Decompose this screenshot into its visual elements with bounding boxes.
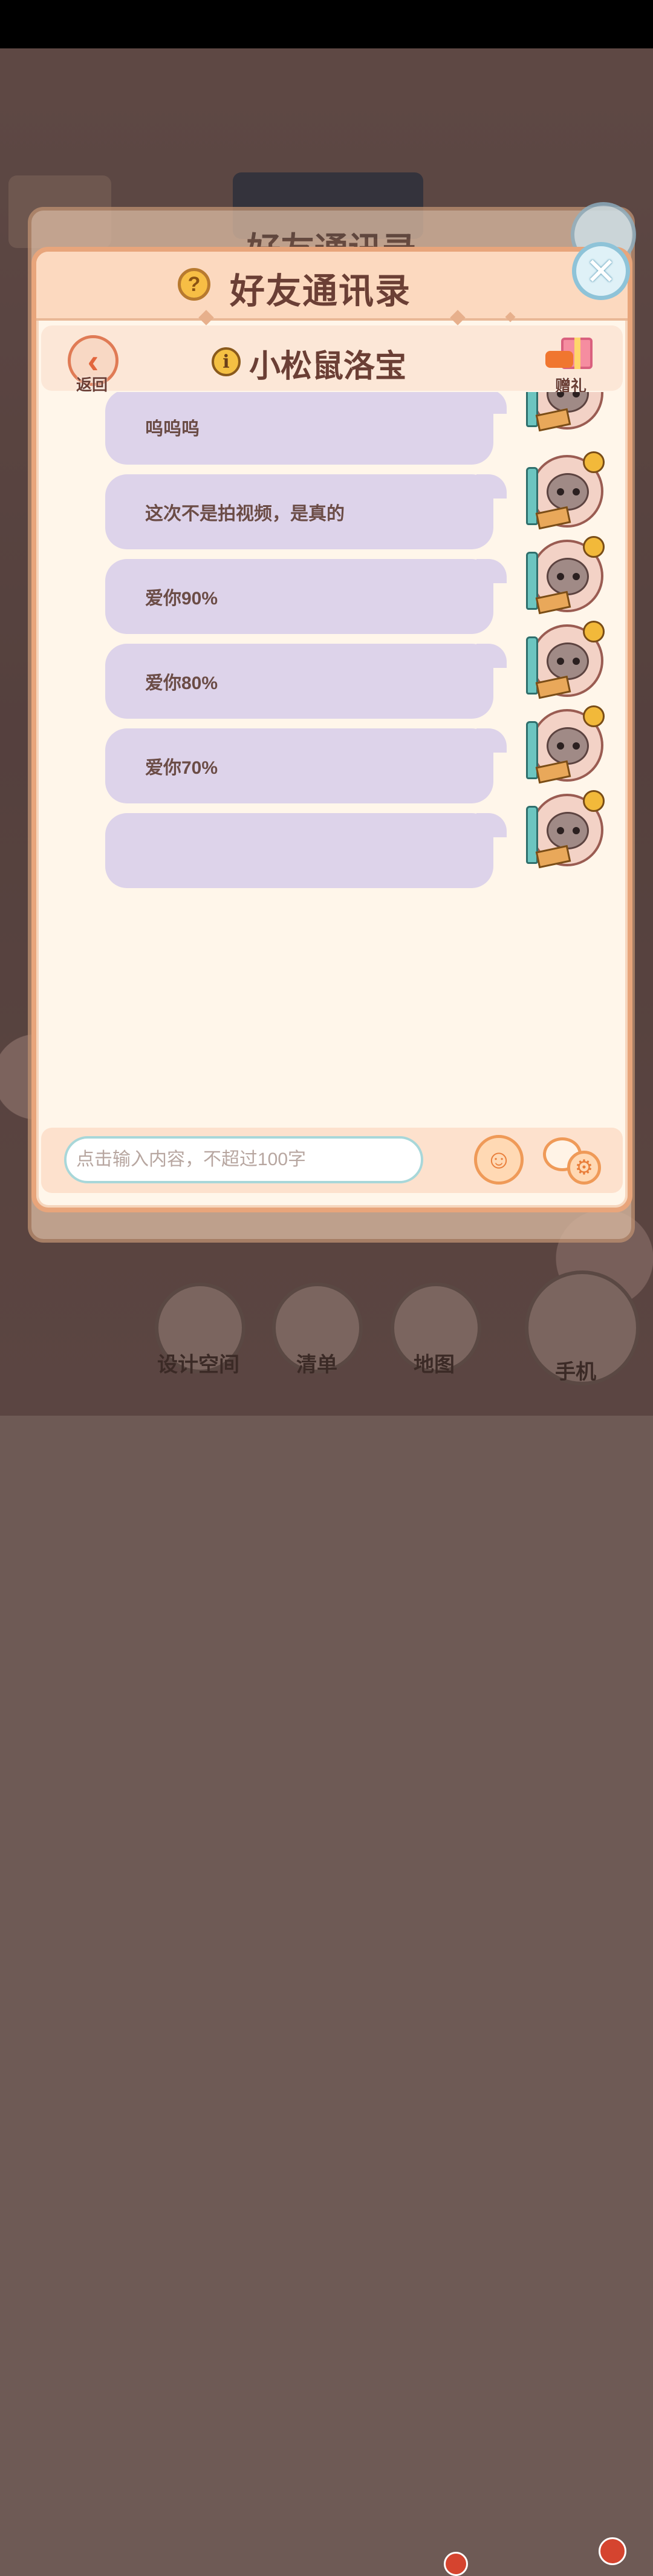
divider-ornament xyxy=(198,310,214,325)
message-text: 爱你90% xyxy=(145,589,218,609)
owl-avatar-icon[interactable] xyxy=(525,392,614,440)
message-bubble xyxy=(105,813,493,888)
bubble-tail xyxy=(476,813,507,837)
info-icon[interactable]: i xyxy=(212,347,241,376)
chat-message-list[interactable]: 呜呜呜 这次不是拍视频，是真的 爱你90% 爱你80% 爱你70% xyxy=(41,392,623,1045)
bubble-tail xyxy=(476,474,507,499)
nav-label-design-space: 设计空间 xyxy=(157,1353,239,1376)
message-text: 呜呜呜 xyxy=(145,419,200,439)
dialog-title: 好友通讯录 xyxy=(230,272,412,311)
owl-avatar-icon[interactable] xyxy=(525,788,614,877)
gift-ribbon xyxy=(574,338,580,369)
contacts-dialog: ? 好友通讯录 ‹ 返回 i 小松鼠洛宝 赠礼 呜呜呜 这次不是拍视频，是真的 xyxy=(31,247,632,1212)
chat-input[interactable] xyxy=(64,1136,423,1183)
smiley-icon: ☺ xyxy=(485,1145,513,1174)
bubble-tail xyxy=(476,392,507,414)
status-bar xyxy=(0,0,653,48)
nav-label-list: 清单 xyxy=(296,1353,337,1376)
bottom-nav xyxy=(0,1270,653,2576)
chat-message xyxy=(41,790,623,895)
dialog-header: ? 好友通讯录 xyxy=(36,252,628,325)
emoji-button[interactable]: ☺ xyxy=(474,1135,524,1185)
nav-map-badge xyxy=(444,2552,468,2576)
owl-avatar-icon[interactable] xyxy=(525,449,614,538)
arrow-right-icon xyxy=(545,351,573,368)
gear-icon: ⚙ xyxy=(567,1151,601,1185)
owl-avatar-icon[interactable] xyxy=(525,618,614,708)
divider-ornament xyxy=(450,310,466,325)
message-text: 这次不是拍视频，是真的 xyxy=(145,504,345,524)
close-icon: ✕ xyxy=(585,250,617,293)
message-text: 爱你80% xyxy=(145,673,218,693)
divider-ornament xyxy=(505,312,516,322)
chat-settings-button[interactable]: ⚙ xyxy=(543,1135,609,1187)
question-icon[interactable]: ? xyxy=(178,268,210,301)
owl-avatar-icon[interactable] xyxy=(525,534,614,623)
nav-phone-badge xyxy=(599,2537,626,2565)
close-button[interactable]: ✕ xyxy=(572,242,630,300)
owl-avatar-icon[interactable] xyxy=(525,703,614,793)
bubble-tail xyxy=(476,728,507,753)
bubble-tail xyxy=(476,559,507,583)
nav-label-map: 地图 xyxy=(414,1353,455,1376)
contact-name: 小松鼠洛宝 xyxy=(249,349,407,384)
bubble-tail xyxy=(476,644,507,668)
message-text: 爱你70% xyxy=(145,758,218,778)
nav-label-phone: 手机 xyxy=(555,1361,596,1384)
